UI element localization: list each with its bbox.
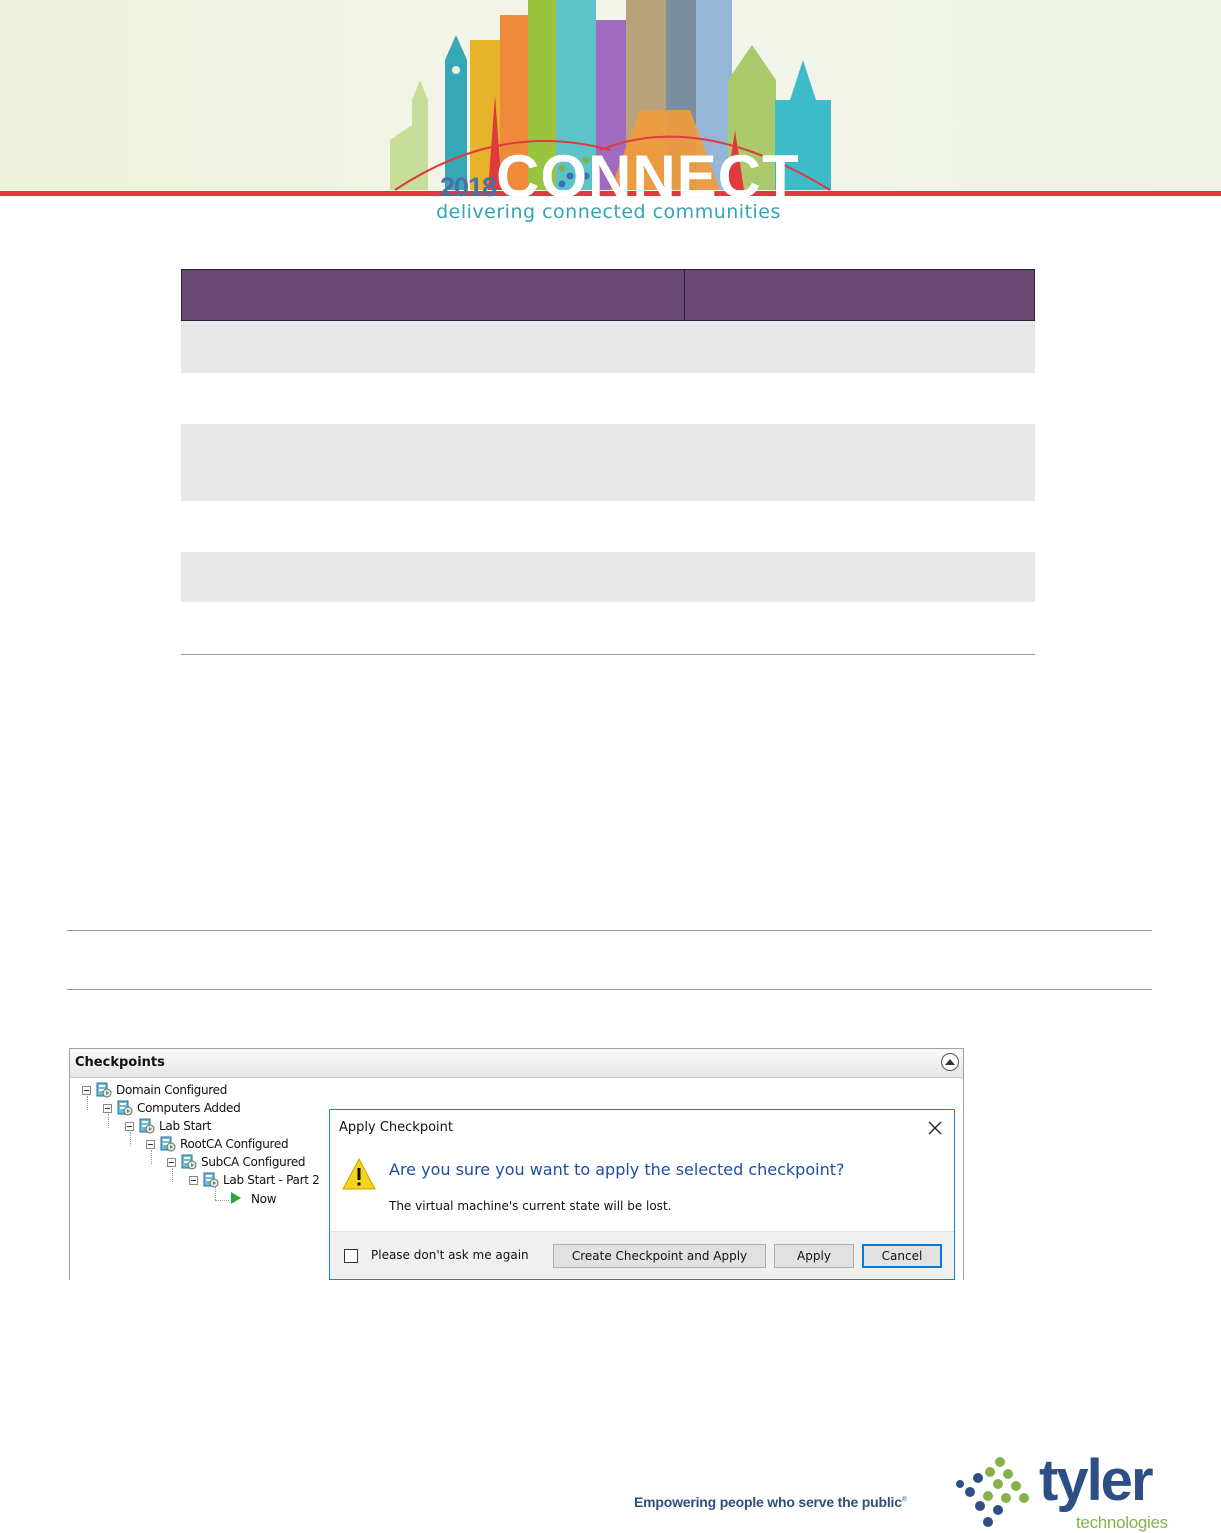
- vm-checkpoint-icon: [202, 1172, 219, 1188]
- table-row: [181, 321, 1035, 373]
- tree-item[interactable]: Lab Start - Part 2: [189, 1172, 320, 1188]
- tree-item[interactable]: Lab Start: [125, 1118, 211, 1134]
- tree-item[interactable]: SubCA Configured: [167, 1154, 306, 1170]
- apply-button[interactable]: Apply: [774, 1244, 854, 1268]
- banner-tagline: delivering connected communities: [436, 201, 781, 223]
- vm-checkpoint-icon: [95, 1082, 112, 1098]
- tree-item-label: Domain Configured: [116, 1083, 228, 1097]
- tree-item-label: Now: [251, 1192, 277, 1206]
- table-header-cell-2: [685, 270, 1034, 320]
- play-icon: [230, 1191, 243, 1207]
- table-row: [181, 552, 1035, 602]
- collapse-minus-icon[interactable]: [189, 1175, 198, 1185]
- tyler-subtitle: technologies: [1076, 1513, 1168, 1532]
- tree-item[interactable]: RootCA Configured: [146, 1136, 289, 1152]
- close-icon[interactable]: [924, 1117, 946, 1139]
- divider-rule: [67, 930, 1152, 931]
- tree-item-label: Computers Added: [137, 1101, 241, 1115]
- vm-checkpoint-icon: [116, 1100, 133, 1116]
- divider-rule: [67, 989, 1152, 990]
- dont-ask-checkbox[interactable]: [344, 1249, 358, 1263]
- tree-item[interactable]: Domain Configured: [82, 1082, 227, 1098]
- collapse-up-icon[interactable]: [941, 1053, 959, 1071]
- dialog-message: The virtual machine's current state will…: [389, 1199, 672, 1213]
- dialog-title: Apply Checkpoint: [339, 1120, 453, 1135]
- cancel-button[interactable]: Cancel: [862, 1244, 942, 1268]
- apply-checkpoint-dialog: Apply Checkpoint Are you sure you want t…: [329, 1109, 955, 1280]
- tree-item-now[interactable]: Now: [230, 1191, 277, 1207]
- table-row: [181, 424, 1035, 501]
- dialog-footer: Please don't ask me again Create Checkpo…: [330, 1231, 954, 1279]
- checkpoints-header: Checkpoints: [70, 1049, 963, 1078]
- collapse-minus-icon[interactable]: [146, 1139, 155, 1149]
- footer-tagline: Empowering people who serve the public®: [634, 1494, 907, 1510]
- vm-checkpoint-icon: [138, 1118, 155, 1134]
- dont-ask-label: Please don't ask me again: [371, 1248, 529, 1262]
- tyler-wordmark: tyler: [1039, 1448, 1154, 1513]
- banner-year: 2018: [440, 172, 497, 202]
- table-row: [181, 501, 1035, 552]
- tree-item-label: Lab Start: [159, 1119, 212, 1133]
- tree-item[interactable]: Computers Added: [103, 1100, 241, 1116]
- tree-item-label: Lab Start - Part 2: [223, 1173, 320, 1187]
- create-checkpoint-and-apply-button[interactable]: Create Checkpoint and Apply: [553, 1244, 766, 1268]
- table-row: [181, 373, 1035, 424]
- empty-table: [181, 269, 1035, 602]
- checkpoint-screenshot: Checkpoints Domain Configured Computers …: [69, 1048, 964, 1280]
- table-bottom-rule: [181, 654, 1035, 655]
- warning-icon: [341, 1157, 377, 1196]
- tree-item-label: RootCA Configured: [180, 1137, 289, 1151]
- collapse-minus-icon[interactable]: [125, 1121, 134, 1131]
- vm-checkpoint-icon: [180, 1154, 197, 1170]
- collapse-minus-icon[interactable]: [82, 1085, 91, 1095]
- dialog-question: Are you sure you want to apply the selec…: [389, 1160, 845, 1179]
- collapse-minus-icon[interactable]: [103, 1103, 112, 1113]
- collapse-minus-icon[interactable]: [167, 1157, 176, 1167]
- conference-banner: 2018 CONNECT delivering connected commun…: [0, 0, 1221, 230]
- table-header-cell-1: [182, 270, 685, 320]
- table-header-row: [181, 269, 1035, 321]
- checkpoints-title: Checkpoints: [75, 1055, 165, 1070]
- registered-mark: ®: [901, 1496, 907, 1504]
- tree-item-label: SubCA Configured: [201, 1155, 306, 1169]
- vm-checkpoint-icon: [159, 1136, 176, 1152]
